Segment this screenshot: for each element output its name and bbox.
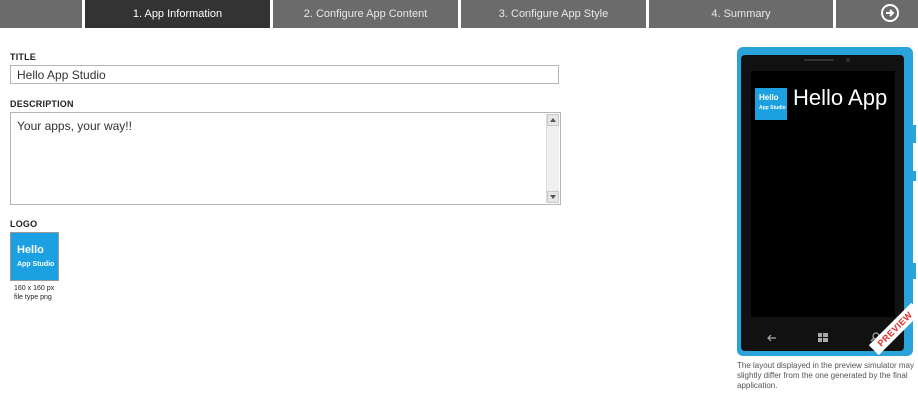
logo-upload-tile[interactable]: Hello App Studio <box>10 232 59 281</box>
preview-disclaimer: The layout displayed in the preview simu… <box>737 361 914 390</box>
phone-camera-button <box>913 263 916 279</box>
logo-requirements: 160 x 160 px file type png <box>14 284 74 302</box>
phone-screen: Hello App Studio Hello App <box>751 71 895 317</box>
app-tile: Hello App Studio <box>755 88 787 120</box>
phone-power-button <box>913 171 916 181</box>
description-textarea[interactable]: Your apps, your way!! <box>10 112 561 205</box>
wizard-prev-slot <box>0 0 82 28</box>
phone-speaker <box>804 59 834 61</box>
logo-label: LOGO <box>10 219 38 229</box>
logo-size-text: 160 x 160 px <box>14 285 55 292</box>
arrow-right-circle-icon <box>881 4 899 22</box>
app-tile-line2: App Studio <box>759 105 786 111</box>
title-input[interactable] <box>10 65 559 84</box>
back-icon <box>767 329 777 347</box>
phone-body: Hello App Studio Hello App <box>741 55 904 351</box>
app-title: Hello App <box>793 85 888 110</box>
description-label: DESCRIPTION <box>10 99 74 109</box>
description-scrollbar[interactable] <box>546 114 559 203</box>
logo-tile-line1: Hello <box>17 244 44 256</box>
phone-volume-button <box>913 125 916 143</box>
phone-camera <box>846 58 850 62</box>
next-button[interactable] <box>836 0 918 28</box>
phone-preview: Hello App Studio Hello App PREVIEW <box>737 47 918 356</box>
logo-tile-line2: App Studio <box>17 261 55 268</box>
wizard-nav: 1. App Information 2. Configure App Cont… <box>0 0 918 29</box>
description-text: Your apps, your way!! <box>17 119 132 133</box>
app-tile-line1: Hello <box>759 93 779 102</box>
tab-app-information[interactable]: 1. App Information <box>85 0 270 28</box>
scroll-down-icon[interactable] <box>547 191 559 203</box>
title-label: TITLE <box>10 52 36 62</box>
logo-type-text: file type png <box>14 294 52 301</box>
tab-summary[interactable]: 4. Summary <box>649 0 833 28</box>
scroll-up-icon[interactable] <box>547 114 559 126</box>
tab-configure-app-style[interactable]: 3. Configure App Style <box>461 0 646 28</box>
windows-icon <box>818 329 828 347</box>
tab-configure-app-content[interactable]: 2. Configure App Content <box>273 0 458 28</box>
